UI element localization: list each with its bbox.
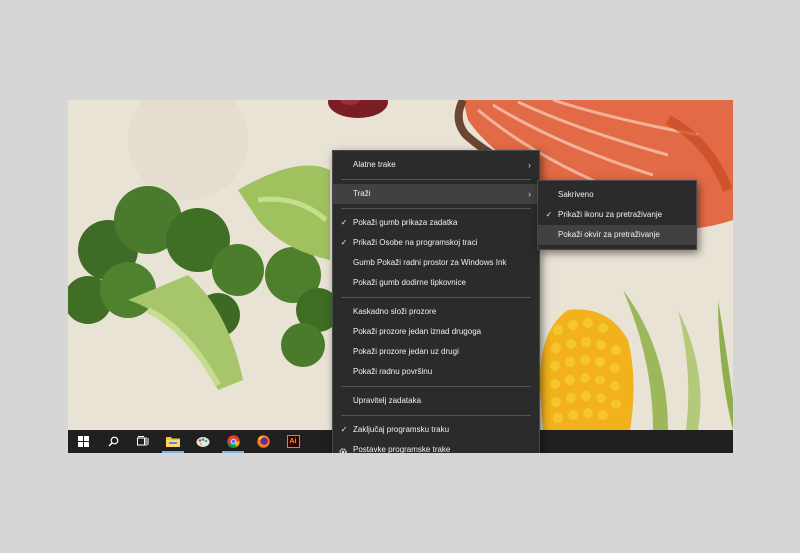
menu-item-lock-taskbar[interactable]: ✓ Zaključaj programsku traku <box>333 420 539 440</box>
menu-item-label: Prikaži Osobe na programskoj traci <box>353 238 478 247</box>
menu-item-task-manager[interactable]: Upravitelj zadataka <box>333 391 539 411</box>
menu-item-label: Postavke programske trake <box>353 445 451 453</box>
menu-item-label: Pokaži radnu površinu <box>353 367 433 376</box>
menu-item-label: Pokaži prozore jedan iznad drugoga <box>353 327 482 336</box>
menu-item-label: Pokaži okvir za pretraživanje <box>558 230 660 239</box>
menu-item-search[interactable]: Traži › <box>333 184 539 204</box>
menu-separator <box>341 386 531 387</box>
submenu-item-show-search-icon[interactable]: ✓ Prikaži ikonu za pretraživanje <box>538 205 696 225</box>
chevron-right-icon: › <box>528 189 531 199</box>
search-submenu: Sakriveno ✓ Prikaži ikonu za pretraživan… <box>537 180 697 250</box>
taskbar-context-menu: Alatne trake › Traži › ✓ Pokaži gumb pri… <box>332 150 540 453</box>
checkmark-icon: ✓ <box>340 218 348 227</box>
menu-item-label: Upravitelj zadataka <box>353 396 422 405</box>
submenu-item-hidden[interactable]: Sakriveno <box>538 185 696 205</box>
menu-item-cascade-windows[interactable]: Kaskadno složi prozore <box>333 302 539 322</box>
menu-separator <box>341 297 531 298</box>
gear-icon <box>338 445 348 453</box>
menu-item-label: Traži <box>353 189 371 198</box>
submenu-item-show-search-box[interactable]: Pokaži okvir za pretraživanje <box>538 225 696 245</box>
menu-item-people[interactable]: ✓ Prikaži Osobe na programskoj traci <box>333 233 539 253</box>
menu-separator <box>341 179 531 180</box>
paint-app-icon[interactable] <box>188 430 218 453</box>
menu-item-windows-ink[interactable]: Gumb Pokaži radni prostor za Windows Ink <box>333 253 539 273</box>
menu-item-label: Gumb Pokaži radni prostor za Windows Ink <box>353 258 507 267</box>
menu-item-label: Sakriveno <box>558 190 594 199</box>
menu-item-label: Pokaži prozore jedan uz drugi <box>353 347 459 356</box>
menu-item-label: Kaskadno složi prozore <box>353 307 437 316</box>
file-explorer-icon[interactable] <box>158 430 188 453</box>
chrome-icon[interactable] <box>218 430 248 453</box>
checkmark-icon: ✓ <box>340 238 348 247</box>
menu-item-label: Pokaži gumb dodirne tipkovnice <box>353 278 466 287</box>
menu-item-show-desktop[interactable]: Pokaži radnu površinu <box>333 362 539 382</box>
chevron-right-icon: › <box>528 160 531 170</box>
menu-item-label: Zaključaj programsku traku <box>353 425 450 434</box>
task-view-icon[interactable] <box>128 430 158 453</box>
menu-item-stack-windows[interactable]: Pokaži prozore jedan iznad drugoga <box>333 322 539 342</box>
menu-item-toolbars[interactable]: Alatne trake › <box>333 155 539 175</box>
menu-item-side-by-side[interactable]: Pokaži prozore jedan uz drugi <box>333 342 539 362</box>
menu-item-label: Alatne trake <box>353 160 396 169</box>
menu-item-label: Prikaži ikonu za pretraživanje <box>558 210 663 219</box>
menu-item-touch-keyboard[interactable]: Pokaži gumb dodirne tipkovnice <box>333 273 539 293</box>
menu-item-task-view-button[interactable]: ✓ Pokaži gumb prikaza zadatka <box>333 213 539 233</box>
menu-item-taskbar-settings[interactable]: Postavke programske trake <box>333 440 539 453</box>
illustrator-label: Ai <box>289 438 297 445</box>
windows-start-icon[interactable] <box>68 430 98 453</box>
illustrator-icon[interactable]: Ai <box>278 430 308 453</box>
checkmark-icon: ✓ <box>340 425 348 434</box>
firefox-icon[interactable] <box>248 430 278 453</box>
search-icon[interactable] <box>98 430 128 453</box>
menu-item-label: Pokaži gumb prikaza zadatka <box>353 218 458 227</box>
checkmark-icon: ✓ <box>545 210 553 219</box>
desktop-screen: Ai Alatne trake › Traži › ✓ Pokaži gumb … <box>68 100 733 453</box>
menu-separator <box>341 208 531 209</box>
menu-separator <box>341 415 531 416</box>
